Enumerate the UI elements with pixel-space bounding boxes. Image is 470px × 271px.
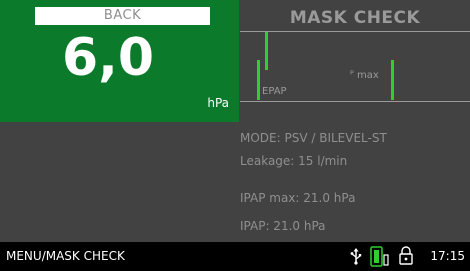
status-bar: MENU/MASK CHECK 17:15: [0, 242, 470, 271]
chart-top-rule: [240, 31, 470, 32]
leakage-line: Leakage: 15 l/min: [240, 154, 348, 168]
clock-time: 17:15: [430, 249, 465, 263]
mode-line: MODE: PSV / BILEVEL-ST: [240, 131, 387, 145]
p-max-label: ᴾ max: [350, 70, 379, 81]
battery-icon: [370, 246, 389, 267]
epap-label: EPAP: [262, 86, 287, 97]
lock-icon: [399, 246, 413, 265]
ipap-line: IPAP: 21.0 hPa: [240, 219, 326, 233]
chart-baseline: [240, 101, 470, 102]
pressure-bar-high: [265, 32, 268, 70]
usb-icon: [350, 248, 362, 265]
ipap-max-line: IPAP max: 21.0 hPa: [240, 191, 356, 205]
mask-check-title: MASK CHECK: [289, 8, 421, 28]
back-button[interactable]: BACK: [35, 7, 210, 25]
pressure-panel: BACK 6,0 hPa: [0, 0, 239, 122]
pressure-value: 6,0: [61, 28, 155, 88]
pressure-unit: hPa: [207, 96, 229, 110]
menu-path: MENU/MASK CHECK: [6, 249, 125, 263]
pressure-bar-epap: [257, 60, 260, 100]
pressure-bar-max: [391, 60, 394, 100]
